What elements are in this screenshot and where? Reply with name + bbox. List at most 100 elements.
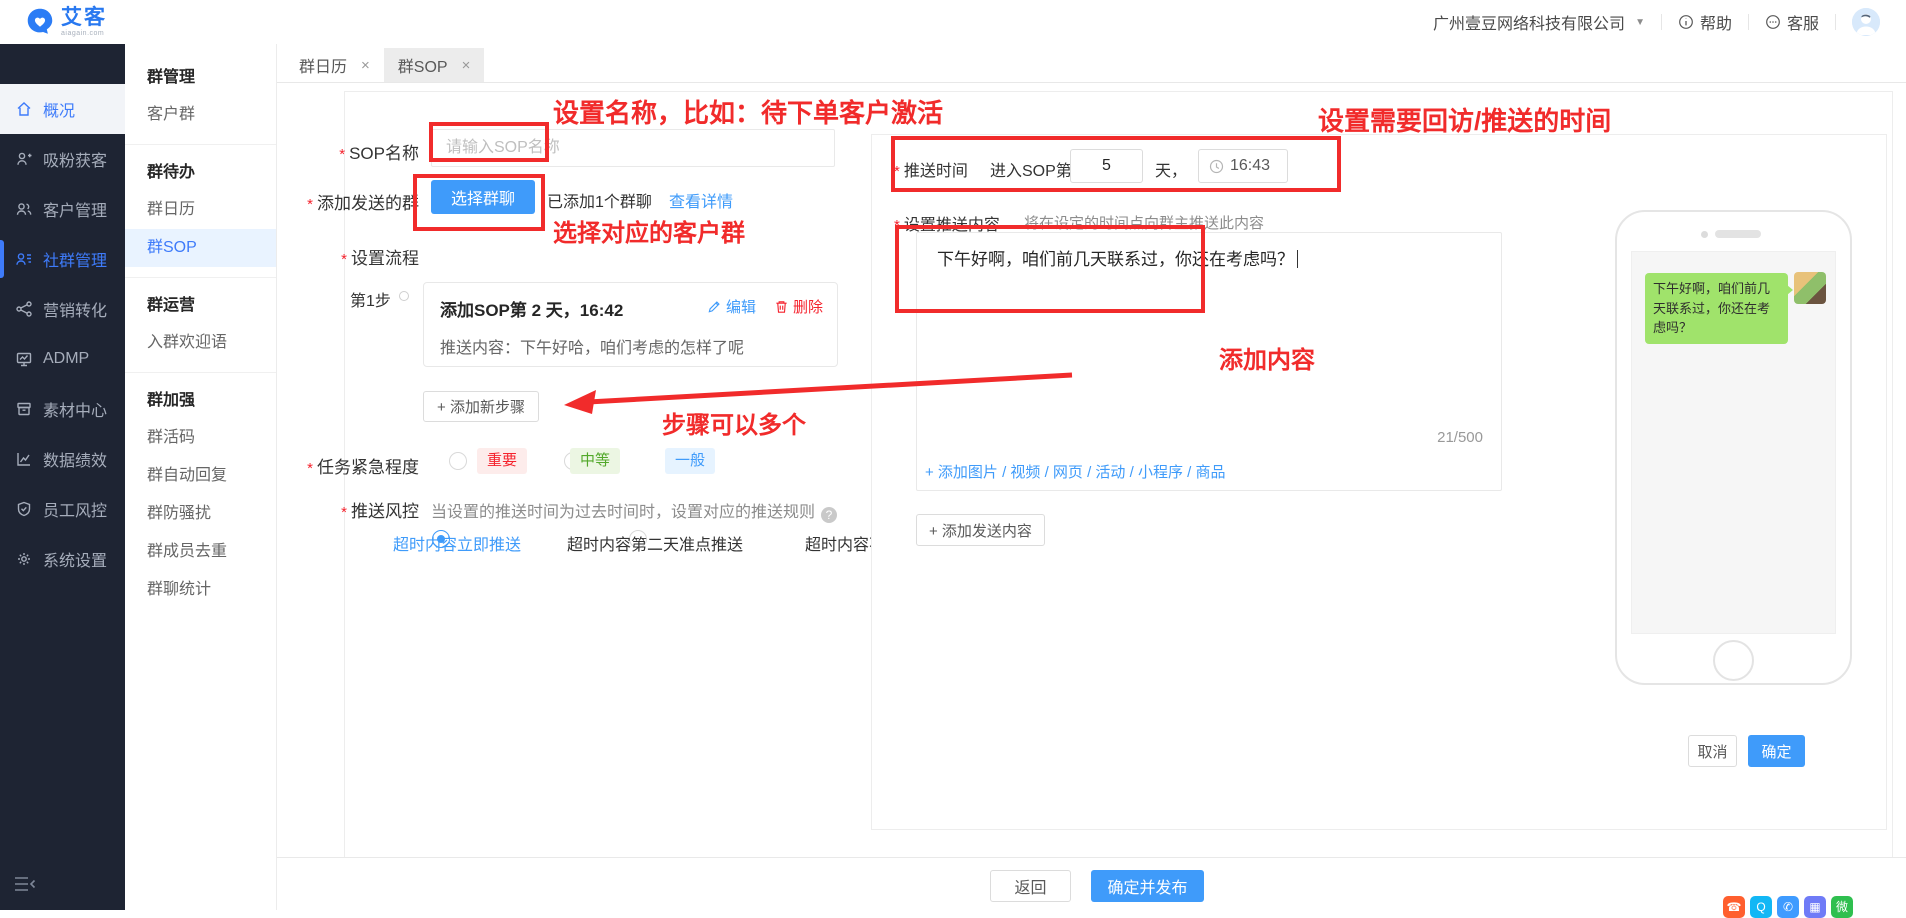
text-cursor <box>1297 250 1298 268</box>
sidebar-item-admp[interactable]: ADMP <box>0 334 125 384</box>
apps-icon[interactable]: ▦ <box>1804 896 1826 918</box>
time-value: 16:43 <box>1230 157 1270 175</box>
sidebar-item-overview[interactable]: 概况 <box>0 84 125 134</box>
call-icon[interactable]: ✆ <box>1777 896 1799 918</box>
qq-icon[interactable]: Q <box>1750 896 1772 918</box>
trash-icon <box>774 299 789 314</box>
sidebar-item-marketing[interactable]: 营销转化 <box>0 284 125 334</box>
phone-preview: 下午好啊，咱们前几天联系过，你还在考虑吗？ <box>1615 210 1852 685</box>
tab-group-sop[interactable]: 群SOP × <box>384 48 485 82</box>
logo-subtitle: aiagain.com <box>61 30 107 37</box>
submenu-item-welcome[interactable]: 入群欢迎语 <box>125 324 276 362</box>
main-content: *SOP名称 *添加发送的群 选择群聊 已添加1个群聊 查看详情 *设置流程 第… <box>277 83 1906 910</box>
tab-group-calendar[interactable]: 群日历 × <box>285 48 384 82</box>
sidebar-item-label: 客户管理 <box>43 197 107 221</box>
add-send-content-button[interactable]: + 添加发送内容 <box>916 514 1045 546</box>
wechat-icon[interactable]: 微 <box>1831 896 1853 918</box>
close-icon[interactable]: × <box>462 57 471 74</box>
char-counter: 21/500 <box>1437 429 1483 446</box>
risk-opt2-label[interactable]: 超时内容第二天准点推送 <box>567 531 743 555</box>
risk-opt1-label[interactable]: 超时内容立即推送 <box>393 531 521 555</box>
urgency-label: *任务紧急程度 <box>277 453 419 478</box>
company-selector[interactable]: 广州壹豆网络科技有限公司 ▼ <box>1433 10 1645 34</box>
urgency-low-tag[interactable]: 一般 <box>665 448 715 474</box>
edit-step-button[interactable]: 编辑 <box>707 296 756 317</box>
push-time-prefix: 进入SOP第 <box>990 157 1072 181</box>
collapse-menu-icon[interactable] <box>13 875 37 898</box>
step-dot <box>399 291 409 301</box>
info-icon <box>1678 14 1694 30</box>
phone-camera-dot <box>1701 231 1708 238</box>
risk-hint: 当设置的推送时间为过去时间时，设置对应的推送规则? <box>431 498 837 523</box>
person-icon <box>1852 8 1880 36</box>
push-time-label: *推送时间 <box>894 157 968 181</box>
urgency-high-radio[interactable] <box>449 452 467 470</box>
add-step-button[interactable]: + 添加新步骤 <box>423 391 539 422</box>
attach-links[interactable]: + 添加图片 / 视频 / 网页 / 活动 / 小程序 / 商品 <box>925 461 1225 482</box>
submenu-item-livecode[interactable]: 群活码 <box>125 419 276 457</box>
chat-avatar <box>1794 272 1826 304</box>
divider <box>1661 14 1662 30</box>
delete-step-button[interactable]: 删除 <box>774 296 823 317</box>
sidebar-item-acquisition[interactable]: 吸粉获客 <box>0 134 125 184</box>
submenu-item-dedupe[interactable]: 群成员去重 <box>125 533 276 571</box>
submenu-item-stats[interactable]: 群聊统计 <box>125 571 276 609</box>
sidebar-item-risk[interactable]: 员工风控 <box>0 484 125 534</box>
divider <box>125 372 276 373</box>
publish-button[interactable]: 确定并发布 <box>1091 870 1204 902</box>
chat-bubble-icon <box>1765 14 1781 30</box>
monitor-icon <box>15 350 33 368</box>
sidebar-item-customers[interactable]: 客户管理 <box>0 184 125 234</box>
sop-name-input[interactable] <box>431 129 835 167</box>
required-mark: * <box>894 163 900 180</box>
annotation-name-tip: 设置名称，比如：待下单客户激活 <box>553 93 943 130</box>
submenu-item-customer-group[interactable]: 客户群 <box>125 96 276 134</box>
home-icon <box>15 100 33 118</box>
required-mark: * <box>341 251 347 268</box>
submenu-item-autoreply[interactable]: 群自动回复 <box>125 457 276 495</box>
back-button[interactable]: 返回 <box>990 870 1071 902</box>
push-content-text: 下午好啊，咱们前几天联系过，你还在考虑吗？ <box>937 250 1294 269</box>
step-index-label: 第1步 <box>350 287 391 311</box>
app-logo: 艾客 aiagain.com <box>26 7 107 37</box>
time-picker[interactable]: 16:43 <box>1198 149 1288 183</box>
flow-label: *设置流程 <box>277 244 419 269</box>
annotation-content-tip: 添加内容 <box>1219 340 1315 375</box>
confirm-button[interactable]: 确定 <box>1748 735 1805 767</box>
help-button[interactable]: 帮助 <box>1678 10 1732 34</box>
sidebar-item-community[interactable]: 社群管理 <box>0 234 125 284</box>
sidebar-item-materials[interactable]: 素材中心 <box>0 384 125 434</box>
chevron-down-icon: ▼ <box>1635 17 1645 28</box>
sop-name-label: *SOP名称 <box>277 139 419 164</box>
sidebar-item-settings[interactable]: 系统设置 <box>0 534 125 584</box>
add-group-label: *添加发送的群 <box>277 189 419 214</box>
submenu-item-group-calendar[interactable]: 群日历 <box>125 191 276 229</box>
question-icon[interactable]: ? <box>821 507 837 523</box>
sop-day-input[interactable] <box>1070 149 1143 183</box>
company-name: 广州壹豆网络科技有限公司 <box>1433 10 1625 34</box>
close-icon[interactable]: × <box>361 57 370 74</box>
submenu-section-title: 群管理 <box>125 60 276 96</box>
urgency-high-tag[interactable]: 重要 <box>477 448 527 474</box>
archive-icon <box>15 400 33 418</box>
divider <box>1748 14 1749 30</box>
risk-label: *推送风控 <box>277 497 419 522</box>
customer-service-button[interactable]: 客服 <box>1765 10 1819 34</box>
submenu-item-group-sop[interactable]: 群SOP <box>125 229 276 267</box>
submenu-section-title: 群待办 <box>125 155 276 191</box>
push-content-hint: 将在设定的时间点向群主推送此内容 <box>1024 212 1264 233</box>
submenu-item-antispam[interactable]: 群防骚扰 <box>125 495 276 533</box>
user-avatar[interactable] <box>1852 8 1880 36</box>
view-detail-link[interactable]: 查看详情 <box>669 188 733 212</box>
sidebar-item-performance[interactable]: 数据绩效 <box>0 434 125 484</box>
urgency-mid-tag[interactable]: 中等 <box>570 448 620 474</box>
phone-contact-icon[interactable]: ☎ <box>1723 896 1745 918</box>
select-group-chat-button[interactable]: 选择群聊 <box>431 180 535 214</box>
logo-title: 艾客 <box>61 7 107 28</box>
cancel-button[interactable]: 取消 <box>1688 735 1737 767</box>
annotation-arrow <box>562 366 1082 421</box>
tab-label: 群SOP <box>398 53 448 77</box>
divider <box>1835 14 1836 30</box>
annotation-group-tip: 选择对应的客户群 <box>553 213 745 248</box>
push-content-textarea[interactable]: 下午好啊，咱们前几天联系过，你还在考虑吗？ 21/500 + 添加图片 / 视频… <box>916 232 1502 491</box>
